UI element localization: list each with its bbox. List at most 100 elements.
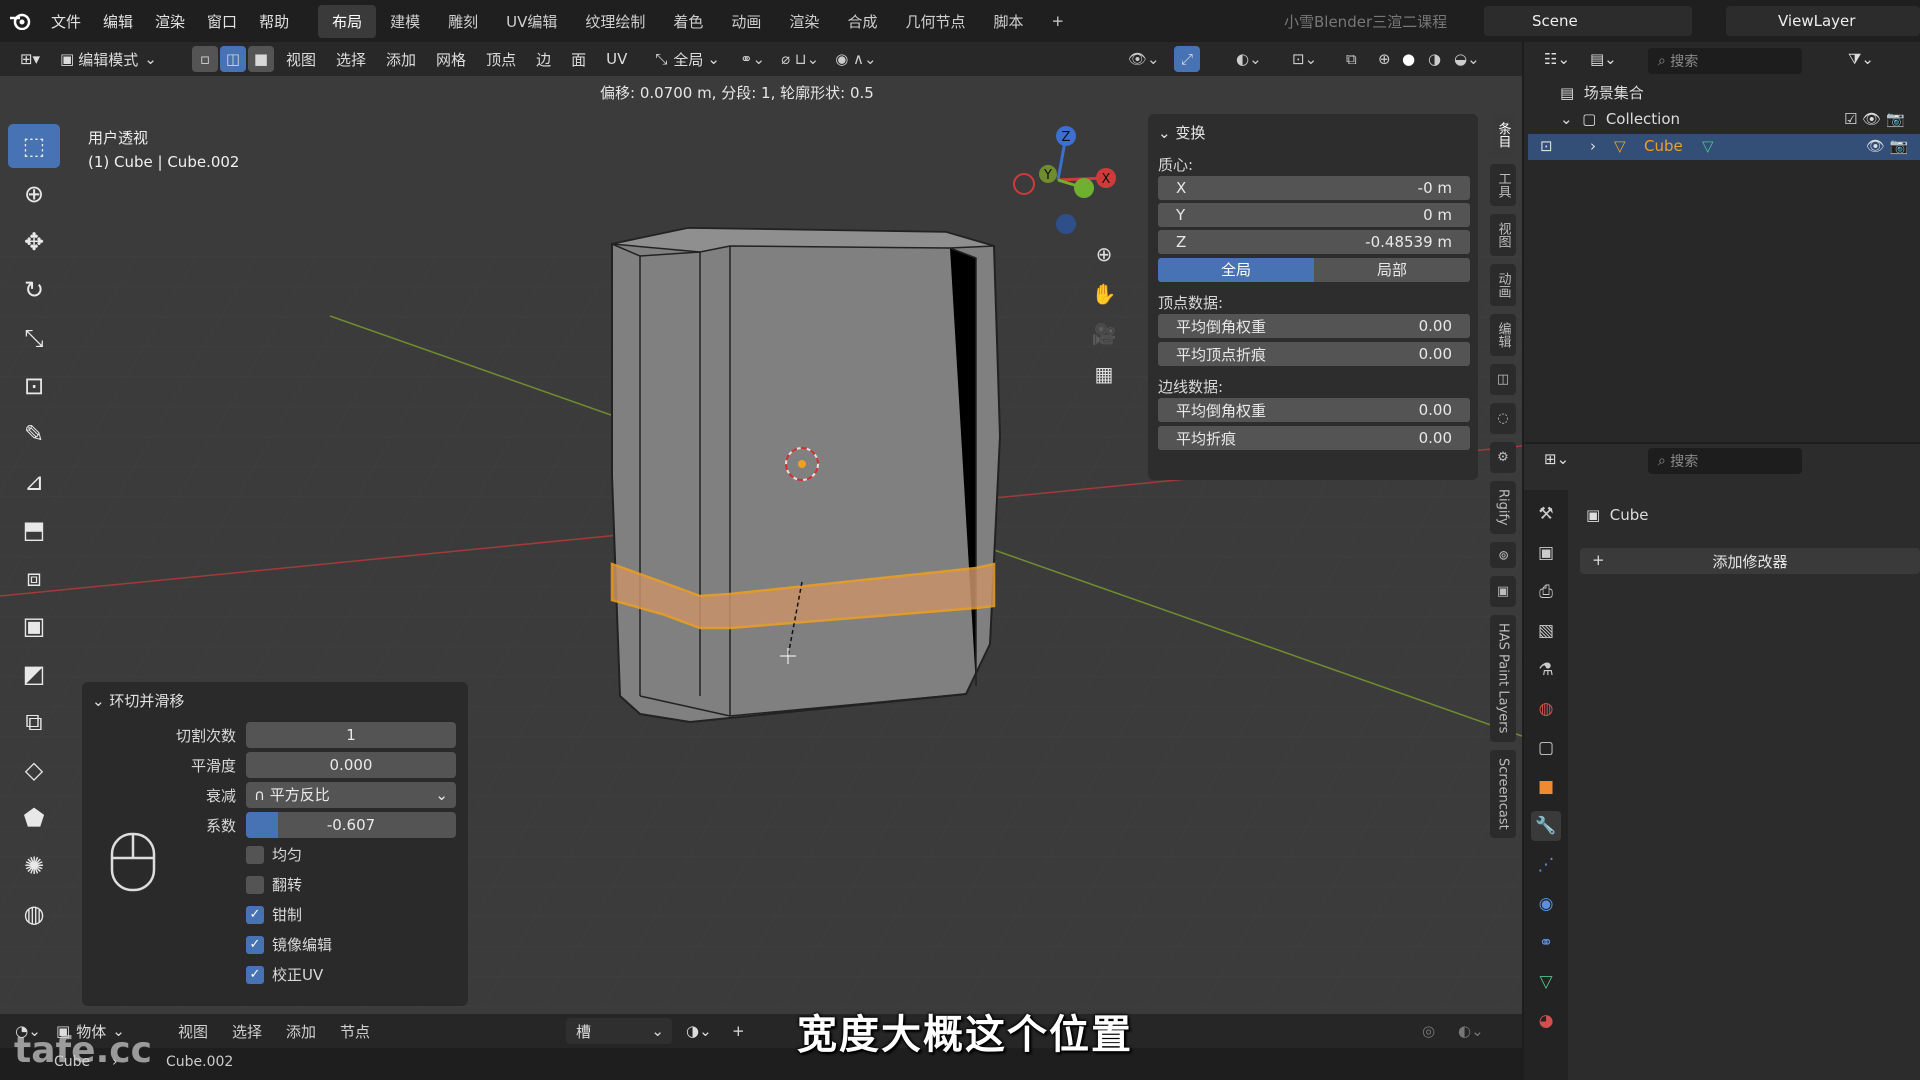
visibility-icon[interactable]: 👁⌄ [1128, 50, 1160, 68]
menu-view[interactable]: 视图 [166, 1021, 220, 1042]
menu-node[interactable]: 节点 [328, 1021, 382, 1042]
centroid-z-field[interactable]: Z -0.48539 m [1158, 230, 1470, 254]
pivot-icon[interactable]: ⚭⌄ [740, 50, 765, 68]
global-toggle[interactable]: 全局 [1158, 258, 1314, 282]
scene-collection-row[interactable]: ▤ 场景集合 [1560, 82, 1644, 103]
transform-orientation-dropdown[interactable]: ⤡ 全局 ⌄ [655, 49, 720, 70]
edge-select-icon[interactable]: ◫ [220, 46, 246, 72]
3d-viewport[interactable]: Z X Y 偏移: 0.0700 m, 分段: 1, 轮廓形状: 0.5 用户透… [0, 76, 1522, 1014]
filter-icon[interactable]: ⧩⌄ [1848, 50, 1874, 68]
new-material-icon[interactable]: + [732, 1022, 745, 1040]
vertex-bevel-weight-field[interactable]: 平均倒角权重 0.00 [1158, 314, 1470, 338]
select-box-tool-icon[interactable]: ⬚ [8, 124, 60, 168]
display-mode-icon[interactable]: ▤⌄ [1590, 50, 1617, 68]
tool-properties-icon[interactable]: ⚒ [1531, 499, 1561, 529]
tab-modeling[interactable]: 建模 [376, 5, 434, 38]
local-toggle[interactable]: 局部 [1314, 258, 1470, 282]
cube-row[interactable]: ⊡ › ▽ Cube ▽ 👁 📷 [1528, 134, 1920, 160]
inset-tool-icon[interactable]: ▣ [8, 604, 60, 648]
expand-chevron-icon[interactable]: › [1590, 137, 1596, 155]
falloff-dropdown[interactable]: ∩ 平方反比 ⌄ [246, 782, 456, 808]
properties-type-icon[interactable]: ⊞⌄ [1544, 450, 1569, 468]
bevel-tool-icon[interactable]: ◩ [8, 652, 60, 696]
correct-uv-checkbox[interactable]: ✓ [246, 966, 264, 984]
tab-addon-icon[interactable]: ◫ [1490, 364, 1516, 395]
face-select-icon[interactable]: ■ [248, 46, 274, 72]
operator-panel-header[interactable]: ⌄ 环切并滑移 [92, 690, 184, 711]
output-properties-icon[interactable]: ⎙ [1531, 577, 1561, 607]
centroid-y-field[interactable]: Y 0 m [1158, 203, 1470, 227]
tab-item[interactable]: 条目 [1490, 114, 1516, 156]
scene-selector[interactable]: Scene [1484, 6, 1692, 36]
zoom-icon[interactable]: ⊕ [1086, 242, 1122, 282]
edge-bevel-weight-field[interactable]: 平均倒角权重 0.00 [1158, 398, 1470, 422]
scene-properties-icon[interactable]: ⚗ [1531, 655, 1561, 685]
factor-slider[interactable]: -0.607 [246, 812, 456, 838]
menu-file[interactable]: 文件 [40, 11, 92, 32]
tab-screencast[interactable]: Screencast [1490, 749, 1516, 838]
tab-addon-icon[interactable]: ⊚ [1490, 541, 1516, 569]
overlay-icon[interactable]: ◐⌄ [1236, 50, 1262, 68]
outliner-search-input[interactable]: ⌕ 搜索 [1648, 48, 1802, 74]
tab-animation[interactable]: 动画 [717, 5, 775, 38]
outliner-type-icon[interactable]: ☷⌄ [1544, 50, 1570, 68]
blender-logo-icon[interactable] [0, 12, 40, 30]
properties-search-input[interactable]: ⌕ 搜索 [1648, 448, 1802, 474]
collection-properties-icon[interactable]: ▢ [1531, 733, 1561, 763]
menu-select[interactable]: 选择 [220, 1021, 274, 1042]
vertex-crease-field[interactable]: 平均顶点折痕 0.00 [1158, 342, 1470, 366]
wireframe-shading-icon[interactable]: ⊕ [1378, 50, 1391, 68]
tab-edit[interactable]: 编辑 [1490, 314, 1516, 356]
tab-addon-icon[interactable]: ⚙ [1490, 442, 1516, 473]
tab-animation[interactable]: 动画 [1490, 264, 1516, 306]
solid-shading-icon[interactable]: ● [1402, 50, 1415, 68]
camera-icon[interactable]: 🎥 [1086, 322, 1122, 362]
add-cube-tool-icon[interactable]: ⬒ [8, 508, 60, 552]
tab-has-paint-layers[interactable]: HAS Paint Layers [1490, 615, 1516, 742]
render-properties-icon[interactable]: ▣ [1531, 538, 1561, 568]
extrude-tool-icon[interactable]: ⧈ [8, 556, 60, 600]
spin-tool-icon[interactable]: ✺ [8, 844, 60, 888]
tab-compositing[interactable]: 合成 [833, 5, 891, 38]
tab-shading[interactable]: 着色 [659, 5, 717, 38]
material-icon[interactable]: ◑⌄ [686, 1022, 712, 1040]
world-properties-icon[interactable]: ◍ [1531, 694, 1561, 724]
pan-hand-icon[interactable]: ✋ [1086, 282, 1122, 322]
menu-add[interactable]: 添加 [376, 49, 426, 70]
tab-addon-icon[interactable]: ◌ [1490, 403, 1516, 434]
material-shading-icon[interactable]: ◑ [1428, 50, 1441, 68]
material-icon[interactable]: ◕ [1531, 1006, 1561, 1036]
knife-tool-icon[interactable]: ◇ [8, 748, 60, 792]
menu-uv[interactable]: UV [596, 50, 637, 68]
menu-help[interactable]: 帮助 [248, 11, 300, 32]
snap-icon[interactable]: ⌀ ⊔⌄ [781, 50, 819, 68]
flip-checkbox[interactable] [246, 876, 264, 894]
modifier-properties-icon[interactable]: 🔧 [1531, 811, 1561, 841]
tab-uv-editing[interactable]: UV编辑 [492, 5, 571, 38]
tab-scripting[interactable]: 脚本 [979, 5, 1037, 38]
tab-layout[interactable]: 布局 [318, 4, 377, 38]
even-checkbox[interactable] [246, 846, 264, 864]
menu-add[interactable]: 添加 [274, 1021, 328, 1042]
menu-window[interactable]: 窗口 [196, 11, 248, 32]
tab-tool[interactable]: 工具 [1490, 164, 1516, 206]
cube-visibility-icons[interactable]: 👁 📷 [1866, 137, 1909, 155]
cursor-tool-icon[interactable]: ⊕ [8, 172, 60, 216]
snap-icon[interactable]: ◎ [1422, 1022, 1435, 1040]
edge-crease-field[interactable]: 平均折痕 0.00 [1158, 426, 1470, 450]
gizmo-toggle-icon[interactable]: ⤢ [1174, 46, 1200, 72]
tab-view[interactable]: 视图 [1490, 214, 1516, 256]
view-layer-icon[interactable]: ▧ [1531, 616, 1561, 646]
smooth-tool-icon[interactable]: ◍ [8, 892, 60, 936]
tab-addon-icon[interactable]: ▣ [1490, 576, 1516, 608]
tab-geometry-nodes[interactable]: 几何节点 [891, 5, 979, 38]
mode-dropdown[interactable]: ▣ 编辑模式 ⌄ [60, 46, 178, 72]
rotate-tool-icon[interactable]: ↻ [8, 268, 60, 312]
overlay-icon[interactable]: ◐⌄ [1458, 1022, 1484, 1040]
menu-edge[interactable]: 边 [526, 49, 561, 70]
xray-icon[interactable]: ⧉ [1346, 50, 1357, 68]
menu-view[interactable]: 视图 [276, 49, 326, 70]
scale-tool-icon[interactable]: ⤡ [8, 316, 60, 360]
proportional-edit-icon[interactable]: ◉ ∧⌄ [835, 50, 876, 68]
menu-render[interactable]: 渲染 [144, 11, 196, 32]
